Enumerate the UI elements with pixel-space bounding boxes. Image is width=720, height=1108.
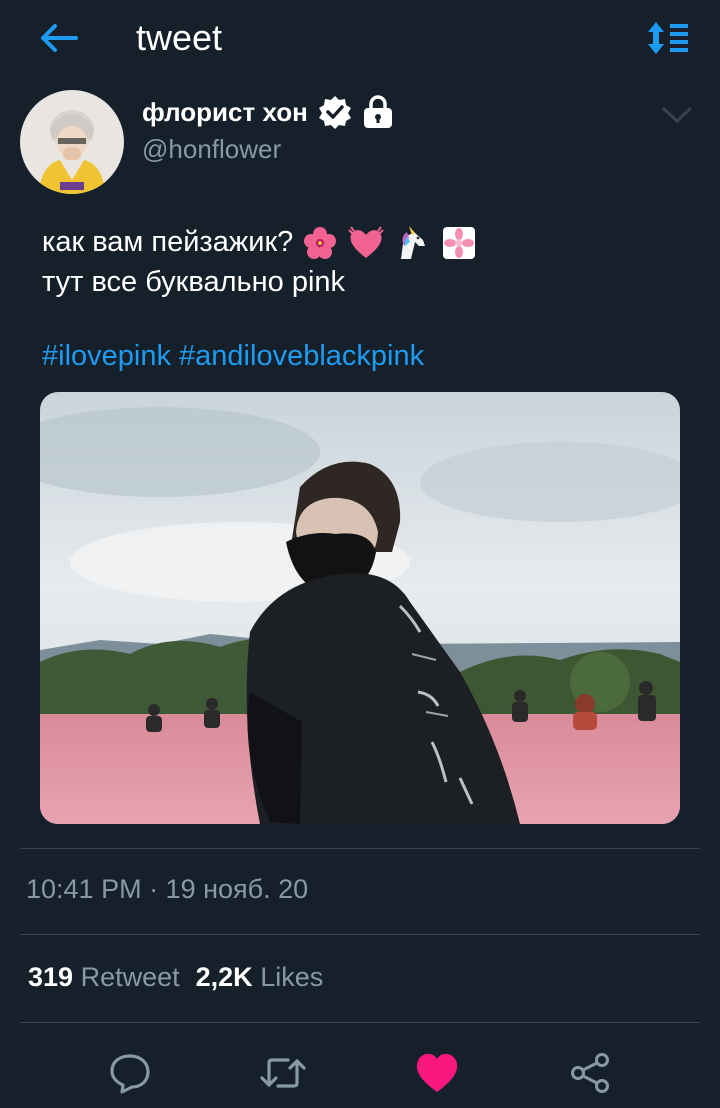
retweets-label: Retweet [80, 962, 180, 992]
tweet-text-line-2: тут все буквально pink [42, 266, 346, 298]
hashtag-link[interactable]: #andiloveblackpink [179, 340, 424, 372]
share-icon [571, 1053, 609, 1093]
author-name-row: флорист хон [142, 94, 394, 130]
hashtag-link[interactable]: #ilovepink [42, 340, 171, 372]
tweet-text: как вам пейзажик? тут все буквально pink [42, 222, 476, 302]
share-button[interactable] [565, 1048, 615, 1098]
unicorn-emoji-icon [401, 226, 426, 260]
hashtags: #ilovepink #andiloveblackpink [42, 336, 424, 376]
likes-stat[interactable]: 2,2K Likes [196, 962, 324, 993]
likes-label: Likes [260, 962, 324, 992]
sort-icon [648, 22, 688, 54]
back-button[interactable] [36, 20, 80, 56]
hibiscus-emoji-icon [304, 227, 337, 260]
page-title: tweet [136, 17, 223, 58]
arrow-left-icon [41, 24, 78, 52]
tweet-timestamp: 10:41 PM · 19 нояб. 20 [26, 874, 309, 904]
chevron-down-icon [662, 107, 692, 123]
reply-button[interactable] [105, 1048, 155, 1098]
avatar-image [20, 90, 124, 194]
lock-icon [363, 95, 392, 128]
tweet-media-photo[interactable] [40, 392, 680, 824]
retweet-button[interactable] [258, 1048, 308, 1098]
reply-icon [110, 1054, 150, 1094]
photo-image [40, 392, 680, 824]
divider [20, 1022, 700, 1023]
author-display-name[interactable]: флорист хон [142, 97, 308, 128]
tweet-line-1-text: как вам пейзажик? [42, 226, 294, 258]
sort-button[interactable] [644, 18, 692, 58]
divider [20, 934, 700, 935]
tweet-stats: 319 Retweet 2,2K Likes [28, 962, 323, 993]
like-button[interactable] [412, 1048, 462, 1098]
author-handle: @honflower [142, 134, 282, 164]
heart-icon [416, 1053, 458, 1092]
likes-count: 2,2K [195, 962, 253, 992]
white-flower-emoji-icon [442, 227, 475, 260]
retweets-count: 319 [28, 962, 74, 992]
tweet-actions [0, 1040, 720, 1104]
avatar[interactable] [20, 90, 124, 194]
divider [20, 848, 700, 849]
retweet-icon [260, 1058, 306, 1088]
tweet-text-line-1: как вам пейзажик? [42, 222, 476, 262]
verified-badge-icon [318, 96, 351, 129]
top-bar: tweet [0, 0, 720, 80]
retweets-stat[interactable]: 319 Retweet [28, 962, 180, 993]
beating-heart-emoji-icon [348, 226, 385, 259]
tweet-options-button[interactable] [660, 100, 694, 130]
